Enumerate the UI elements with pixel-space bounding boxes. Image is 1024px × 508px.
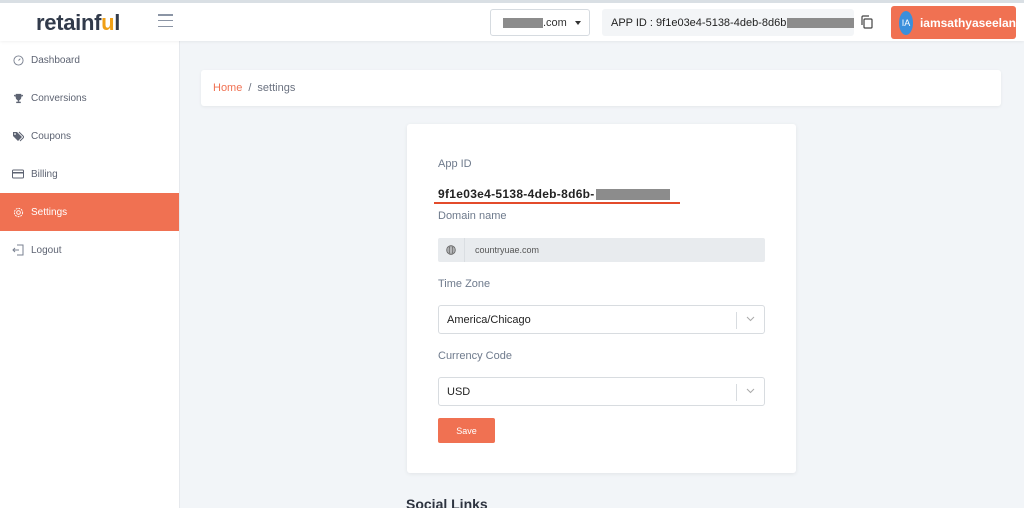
timezone-value: America/Chicago <box>447 313 531 326</box>
domain-select[interactable]: .com <box>490 9 590 36</box>
redacted-app-id <box>787 17 854 28</box>
logo-text: retainf <box>36 10 102 35</box>
save-button[interactable]: Save <box>438 418 495 443</box>
tags-icon <box>12 130 24 142</box>
top-navbar: retainful .com APP ID : 9f1e03e4-5138-4d… <box>0 0 1024 41</box>
app-id-label: App ID <box>438 158 472 170</box>
redacted-app-id <box>595 188 670 200</box>
logout-icon <box>12 244 24 256</box>
credit-card-icon <box>12 168 24 180</box>
user-name: iamsathyaseelan <box>919 15 1016 30</box>
highlight-underline <box>434 202 680 204</box>
breadcrumb-current: settings <box>257 82 296 94</box>
currency-value: USD <box>447 385 471 398</box>
sidebar-item-label: Settings <box>31 206 68 218</box>
copy-icon[interactable] <box>860 15 874 29</box>
select-divider <box>736 384 737 401</box>
currency-label: Currency Code <box>438 350 512 362</box>
select-divider <box>736 312 737 329</box>
breadcrumb-separator: / <box>248 82 252 94</box>
social-links-heading: Social Links <box>406 496 488 508</box>
chevron-down-icon <box>746 388 755 394</box>
gear-icon <box>12 206 24 218</box>
sidebar-item-logout[interactable]: Logout <box>0 231 179 269</box>
sidebar-item-conversions[interactable]: Conversions <box>0 79 179 117</box>
timezone-label: Time Zone <box>438 278 491 290</box>
breadcrumb: Home / settings <box>201 70 1001 106</box>
app-id-value-text: 9f1e03e4-5138-4deb-8d6b- <box>438 187 595 201</box>
sidebar-item-label: Billing <box>31 168 58 180</box>
sidebar-item-label: Conversions <box>31 92 87 104</box>
domain-name-field: countryuae.com <box>438 238 765 262</box>
currency-select[interactable]: USD <box>438 377 765 406</box>
chevron-down-icon <box>746 316 755 322</box>
domain-name-value: countryuae.com <box>475 245 540 255</box>
user-menu-button[interactable]: IA iamsathyaseelan <box>891 6 1016 39</box>
logo-text-end: l <box>114 10 121 35</box>
avatar: IA <box>899 10 913 35</box>
sidebar-item-dashboard[interactable]: Dashboard <box>0 41 179 79</box>
breadcrumb-home-link[interactable]: Home <box>213 82 242 94</box>
app-id-display: APP ID : 9f1e03e4-5138-4deb-8d6b <box>602 9 854 36</box>
sidebar-item-label: Dashboard <box>31 54 80 66</box>
domain-suffix: .com <box>543 16 567 29</box>
trophy-icon <box>12 92 24 104</box>
retainful-logo[interactable]: retainful <box>36 10 120 36</box>
logo-accent: u <box>101 10 115 35</box>
menu-toggle-icon[interactable] <box>158 14 173 27</box>
domain-name-label: Domain name <box>438 210 507 222</box>
app-id-text: APP ID : 9f1e03e4-5138-4deb-8d6b <box>611 16 787 29</box>
sidebar-item-label: Coupons <box>31 130 72 142</box>
globe-icon <box>438 238 465 262</box>
app-id-value: 9f1e03e4-5138-4deb-8d6b- <box>438 187 670 201</box>
sidebar-item-label: Logout <box>31 244 62 256</box>
sidebar-item-settings[interactable]: Settings <box>0 193 179 231</box>
sidebar-item-coupons[interactable]: Coupons <box>0 117 179 155</box>
timezone-select[interactable]: America/Chicago <box>438 305 765 334</box>
sidebar-item-billing[interactable]: Billing <box>0 155 179 193</box>
redacted-domain <box>503 17 543 28</box>
caret-down-icon <box>574 20 581 25</box>
sidebar: Dashboard Conversions Coupons Billing Se… <box>0 41 180 508</box>
settings-card: App ID 9f1e03e4-5138-4deb-8d6b- Domain n… <box>407 124 796 473</box>
dashboard-gauge-icon <box>12 54 24 66</box>
